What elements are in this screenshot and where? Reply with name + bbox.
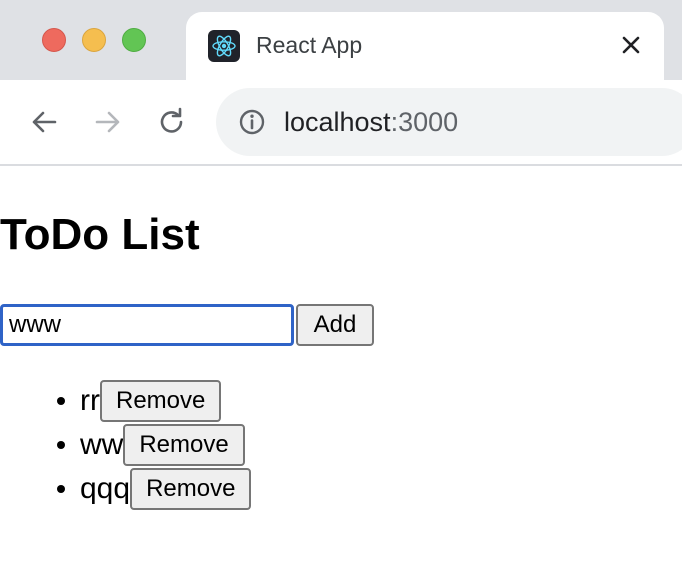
page-content: ToDo List Add rrRemove wwRemove qqqRemov… [0, 166, 682, 576]
url-port: :3000 [390, 107, 459, 137]
page-title: ToDo List [0, 210, 200, 259]
todo-item-text: qqq [80, 472, 131, 506]
info-icon[interactable] [238, 108, 266, 136]
arrow-left-icon[interactable] [28, 106, 60, 138]
list-item: wwRemove [80, 422, 251, 467]
arrow-right-icon[interactable] [92, 106, 124, 138]
remove-button[interactable]: Remove [123, 424, 245, 467]
url-host: localhost [284, 107, 391, 137]
todo-list: rrRemove wwRemove qqqRemove [0, 378, 252, 511]
close-icon[interactable] [620, 34, 642, 56]
reload-icon[interactable] [156, 106, 188, 138]
browser-tab-strip: React App [0, 0, 682, 80]
address-bar[interactable]: localhost:3000 [216, 88, 682, 156]
tab-title: React App [256, 32, 363, 58]
list-item: qqqRemove [80, 466, 252, 511]
todo-item-text: ww [80, 428, 124, 462]
list-item: rrRemove [80, 378, 251, 423]
remove-button[interactable]: Remove [130, 468, 252, 511]
window-maximize-dot[interactable] [122, 28, 146, 52]
window-close-dot[interactable] [42, 28, 66, 52]
remove-button[interactable]: Remove [99, 380, 222, 423]
add-button[interactable]: Add [296, 304, 374, 346]
browser-toolbar: localhost:3000 [0, 80, 682, 166]
window-minimize-dot[interactable] [82, 28, 106, 52]
todo-item-text: rr [80, 384, 100, 418]
react-icon [208, 30, 240, 62]
url-text: localhost:3000 [284, 107, 458, 138]
todo-input[interactable] [0, 304, 294, 346]
browser-tab[interactable]: React App [186, 12, 664, 80]
